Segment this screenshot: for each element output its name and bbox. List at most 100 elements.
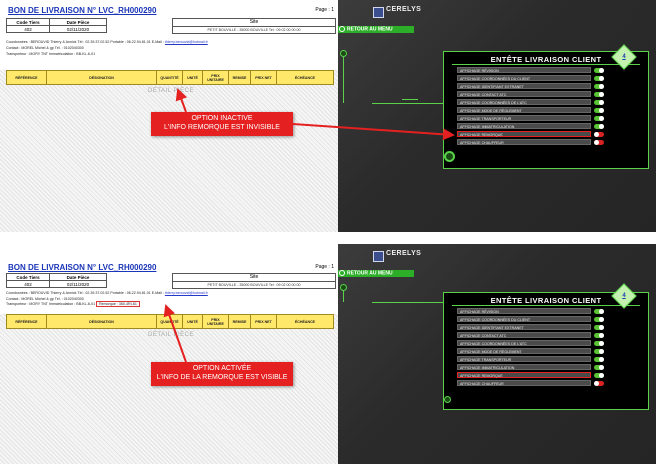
title-underline	[452, 305, 640, 306]
retour-menu-button[interactable]: RETOUR AU MENU	[338, 26, 414, 33]
callout-line-2: L'INFO REMORQUE EST INVISIBLE	[164, 124, 280, 131]
toggle-knob	[594, 131, 599, 137]
delivery-note-document: BON DE LIVRAISON N° LVC_RH000290 Page : …	[0, 244, 338, 464]
option-row: AFFICHAGE CONTACT ATC	[457, 91, 591, 97]
date-piece-label: Date Pièce	[49, 273, 107, 281]
option-toggle[interactable]	[594, 67, 604, 73]
option-toggle[interactable]	[594, 83, 604, 89]
option-row: AFFICHAGE MODE DE RÈGLEMENT	[457, 107, 591, 113]
col-designation: DÉSIGNATION	[47, 315, 157, 328]
option-toggle[interactable]	[594, 123, 604, 129]
step-badge-number: 4	[622, 293, 626, 299]
toggle-knob	[599, 340, 604, 346]
toggle-knob	[599, 99, 604, 105]
document-title[interactable]: BON DE LIVRAISON N° LVC_RH000290	[8, 263, 156, 272]
col-designation: DÉSIGNATION	[47, 71, 157, 84]
client-email-link[interactable]: thierry.berouvid@hotmail.fr	[165, 291, 208, 295]
option-row: AFFICHAGE CHAUFFEUR	[457, 380, 591, 386]
option-toggle[interactable]	[594, 380, 604, 386]
toggle-knob	[599, 123, 604, 129]
callout-line-2: L'INFO DE LA REMORQUE EST VISIBLE	[156, 374, 288, 381]
step-badge-number: 4	[622, 54, 626, 60]
contact-line: Contact : MOREL Michel & gp Tél. : 01020…	[6, 46, 84, 50]
toggle-knob	[599, 356, 604, 362]
callout-line-1: OPTION ACTIVÉE	[192, 365, 252, 372]
code-tiers-value: 402	[6, 280, 50, 288]
option-row: AFFICHAGE CONTACT ATC	[457, 332, 591, 338]
option-toggle[interactable]	[594, 372, 604, 378]
col-quantite: QUANTITÉ	[157, 315, 183, 328]
col-remise: REMISE	[229, 315, 251, 328]
remorque-info: Remorque : 360-4RI-61	[96, 301, 140, 307]
option-toggle[interactable]	[594, 364, 604, 370]
option-row: AFFICHAGE IMMATRICULATION	[457, 123, 591, 129]
col-prix-unitaire: PRIX UNITAIRE	[203, 315, 229, 328]
toggle-knob	[594, 139, 599, 145]
connector-line	[343, 55, 344, 103]
toggle-knob	[599, 372, 604, 378]
col-unite: UNITÉ	[183, 71, 203, 84]
option-toggle[interactable]	[594, 316, 604, 322]
col-prix-unitaire: PRIX UNITAIRE	[203, 71, 229, 84]
option-row: AFFICHAGE TRANSPORTEUR	[457, 115, 591, 121]
callout-option-inactive: OPTION INACTIVE L'INFO REMORQUE EST INVI…	[151, 112, 293, 136]
option-row: AFFICHAGE REMORQUE	[457, 372, 591, 378]
option-toggle[interactable]	[594, 340, 604, 346]
connector-line	[402, 99, 418, 100]
col-unite: UNITÉ	[183, 315, 203, 328]
option-row: AFFICHAGE COORDONNÉES DU CLIENT	[457, 75, 591, 81]
option-toggle[interactable]	[594, 131, 604, 137]
code-tiers-table: Code Tiers Date Pièce 402 02/11/2020	[6, 273, 107, 288]
col-reference: RÉFÉRENCE	[7, 71, 47, 84]
column-header-row: RÉFÉRENCE DÉSIGNATION QUANTITÉ UNITÉ PRI…	[6, 70, 334, 85]
toggle-knob	[599, 83, 604, 89]
transport-line: Transporteur : MORY TNT Immatriculation …	[6, 301, 140, 307]
code-tiers-value: 402	[6, 25, 50, 33]
option-row: AFFICHAGE MODE DE RÈGLEMENT	[457, 348, 591, 354]
option-toggle[interactable]	[594, 324, 604, 330]
option-row: AFFICHAGE TRANSPORTEUR	[457, 356, 591, 362]
option-row: AFFICHAGE COORDONNÉES DE L'ATC	[457, 99, 591, 105]
option-toggle[interactable]	[594, 115, 604, 121]
col-echeance: ÉCHÉANCE	[294, 319, 316, 324]
callout-option-active: OPTION ACTIVÉE L'INFO DE LA REMORQUE EST…	[151, 362, 293, 386]
document-title[interactable]: BON DE LIVRAISON N° LVC_RH000290	[8, 6, 156, 15]
site-label: Site	[173, 19, 335, 27]
date-piece-value: 02/11/2020	[49, 25, 107, 33]
toggle-knob	[599, 107, 604, 113]
panel-option-inactive: BON DE LIVRAISON N° LVC_RH000290 Page : …	[0, 0, 656, 232]
code-tiers-table: Code Tiers Date Pièce 402 02/11/2020	[6, 18, 107, 33]
date-piece-value: 02/11/2020	[49, 280, 107, 288]
option-toggle[interactable]	[594, 107, 604, 113]
col-echeance: ÉCHÉANCE	[294, 75, 316, 80]
col-prix-net: PRIX NET	[251, 71, 277, 84]
site-value: PETIT BOUVILLE - 35000 BOUVILLE Tel : 09…	[207, 283, 301, 287]
option-toggle[interactable]	[594, 308, 604, 314]
option-toggle[interactable]	[594, 75, 604, 81]
toggle-knob	[599, 308, 604, 314]
connector-dot-icon	[340, 284, 347, 291]
client-coordinates: Coordonnées : BEROUVID Thierry & Annick …	[6, 40, 208, 44]
site-box: Site PETIT BOUVILLE - 35000 BOUVILLE Tel…	[172, 18, 336, 34]
toggle-knob	[599, 332, 604, 338]
code-tiers-label: Code Tiers	[6, 273, 50, 281]
option-toggle[interactable]	[594, 348, 604, 354]
option-row: AFFICHAGE RÉVISION	[457, 308, 591, 314]
toggle-knob	[599, 324, 604, 330]
panel-corner-dot-icon	[444, 151, 455, 162]
callout-line-1: OPTION INACTIVE	[191, 115, 253, 122]
option-toggle[interactable]	[594, 332, 604, 338]
site-box: Site PETIT BOUVILLE - 35000 BOUVILLE Tel…	[172, 273, 336, 289]
retour-menu-button[interactable]: RETOUR AU MENU	[338, 270, 414, 277]
option-toggle[interactable]	[594, 91, 604, 97]
option-toggle[interactable]	[594, 139, 604, 145]
option-toggle[interactable]	[594, 99, 604, 105]
option-row: AFFICHAGE COORDONNÉES DE L'ATC	[457, 340, 591, 346]
option-toggle[interactable]	[594, 356, 604, 362]
cerelys-logo-icon	[373, 7, 384, 18]
col-quantite: QUANTITÉ	[157, 71, 183, 84]
option-row: AFFICHAGE IMMATRICULATION	[457, 364, 591, 370]
option-row: AFFICHAGE COORDONNÉES DU CLIENT	[457, 316, 591, 322]
toggle-knob	[599, 364, 604, 370]
client-email-link[interactable]: thierry.berouvid@hotmail.fr	[165, 40, 208, 44]
